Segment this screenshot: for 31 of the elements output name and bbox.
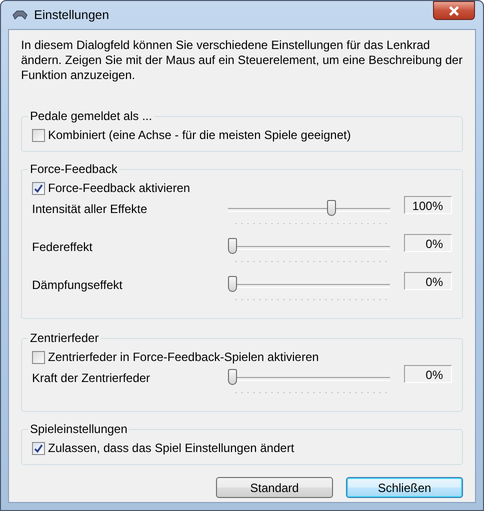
close-icon <box>448 6 460 16</box>
group-title: Spieleinstellungen <box>29 422 128 436</box>
slider-label: Intensität aller Effekte <box>32 202 148 216</box>
checkbox-label[interactable]: Zulassen, dass das Spiel Einstellungen ändert <box>48 441 294 455</box>
value-field: 100% <box>404 196 452 214</box>
value-field: 0% <box>404 365 452 383</box>
slider-thumb[interactable] <box>228 238 237 254</box>
checkbox[interactable] <box>32 182 45 194</box>
group-title: Zentrierfeder <box>29 331 100 345</box>
value-field: 0% <box>404 234 452 252</box>
close-button[interactable] <box>433 1 475 20</box>
checkbox-label[interactable]: Force-Feedback aktivieren <box>48 181 190 195</box>
slider-label: Federeffekt <box>32 240 94 254</box>
slider-label: Dämpfungseffekt <box>32 278 124 292</box>
slider-thumb[interactable] <box>327 200 336 216</box>
window-title: Einstellungen <box>34 8 110 22</box>
wheel-icon <box>12 9 28 21</box>
close-dialog-button[interactable]: Schließen <box>346 477 463 498</box>
standard-button[interactable]: Standard <box>216 477 333 498</box>
slider-thumb[interactable] <box>228 369 237 385</box>
checkbox[interactable] <box>32 350 45 364</box>
group-title: Pedale gemeldet als ... <box>29 109 154 123</box>
checkbox[interactable] <box>32 128 45 142</box>
slider-thumb[interactable] <box>228 276 237 292</box>
value-field: 0% <box>404 272 452 290</box>
checkbox-label[interactable]: Kombiniert (eine Achse - für die meisten Spiele geeignet) <box>48 128 351 142</box>
checkbox-label[interactable]: Zentrierfeder in Force-Feedback-Spielen aktivieren <box>48 350 319 364</box>
group-title: Force-Feedback <box>29 162 118 176</box>
intro-text: In diesem Dialogfeld können Sie verschiedene Einstellungen für das Lenkrad ändern. Zeigen Sie mit der Maus auf ein Steuerelement, um eine Beschreibung der Funktion anzuzeigen. <box>21 38 463 83</box>
checkbox[interactable] <box>32 442 45 454</box>
slider-label: Kraft der Zentrierfeder <box>32 371 152 385</box>
